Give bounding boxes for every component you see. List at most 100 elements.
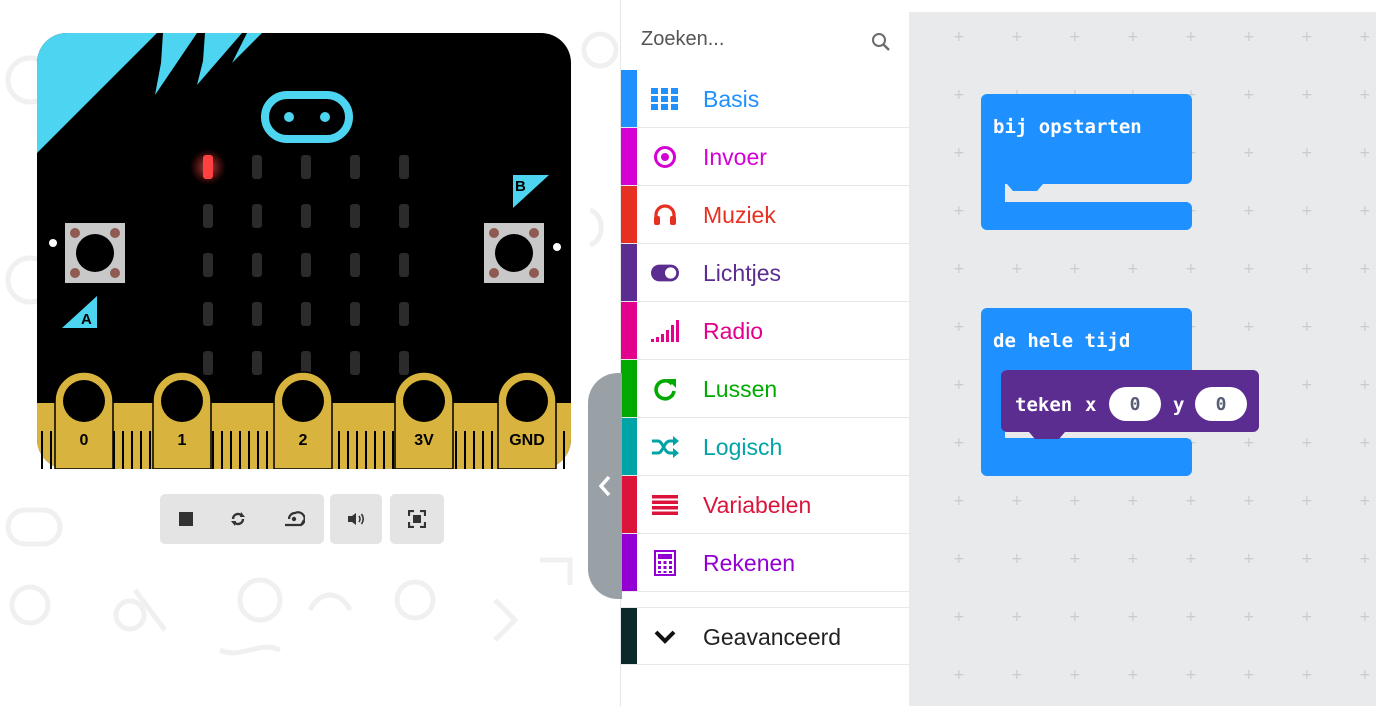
- on-start-label: bij opstarten: [993, 116, 1142, 138]
- grid-mark: +: [953, 87, 965, 103]
- grid-mark: +: [1301, 493, 1313, 509]
- led[interactable]: [350, 155, 360, 179]
- mute-button[interactable]: [330, 494, 382, 544]
- category-lichtjes[interactable]: Lichtjes: [621, 244, 909, 302]
- plot-y-input[interactable]: 0: [1195, 387, 1247, 421]
- pin-gnd[interactable]: GND: [497, 371, 557, 469]
- category-label: Basis: [703, 86, 760, 112]
- grid-mark: +: [1359, 203, 1371, 219]
- led[interactable]: [203, 351, 213, 375]
- fullscreen-button[interactable]: [390, 494, 444, 544]
- led[interactable]: [350, 204, 360, 228]
- list-icon: [651, 491, 679, 519]
- pin-2[interactable]: 2: [273, 371, 333, 469]
- connector-finger: [392, 431, 394, 469]
- category-muziek[interactable]: Muziek: [621, 186, 909, 244]
- blocks-workspace[interactable]: + + + + + + + + + + + + + + + + + + + + + + + + + + + + + + + + + + + + + + + +…: [909, 12, 1376, 706]
- grid-mark: +: [1243, 493, 1255, 509]
- pin-label: GND: [509, 432, 545, 449]
- grid-mark: +: [1069, 609, 1081, 625]
- pin-3v[interactable]: 3V: [394, 371, 454, 469]
- category-color-strip: [621, 534, 637, 591]
- category-geavanceerd[interactable]: Geavanceerd: [621, 607, 909, 665]
- signal-icon: [651, 317, 679, 345]
- toolbox-search: [621, 14, 909, 70]
- grid-mark: +: [1243, 609, 1255, 625]
- led[interactable]: [301, 204, 311, 228]
- led[interactable]: [399, 302, 409, 326]
- category-basis[interactable]: Basis: [621, 70, 909, 128]
- grid-icon: [651, 85, 679, 113]
- grid-mark: +: [1301, 551, 1313, 567]
- on-start-block[interactable]: [981, 94, 1193, 234]
- led[interactable]: [252, 253, 262, 277]
- led[interactable]: [203, 302, 213, 326]
- grid-mark: +: [953, 435, 965, 451]
- led[interactable]: [252, 204, 262, 228]
- search-input[interactable]: [641, 22, 841, 56]
- grid-mark: +: [1359, 667, 1371, 683]
- category-invoer[interactable]: Invoer: [621, 128, 909, 186]
- led[interactable]: [203, 253, 213, 277]
- category-lussen[interactable]: Lussen: [621, 360, 909, 418]
- category-variabelen[interactable]: Variabelen: [621, 476, 909, 534]
- led[interactable]: [350, 302, 360, 326]
- category-rekenen[interactable]: Rekenen: [621, 534, 909, 592]
- led[interactable]: [399, 351, 409, 375]
- grid-mark: +: [953, 493, 965, 509]
- pin-0[interactable]: 0: [54, 371, 114, 469]
- search-icon[interactable]: [871, 32, 891, 52]
- grid-mark: +: [1359, 29, 1371, 45]
- led[interactable]: [399, 155, 409, 179]
- connector-finger: [149, 431, 151, 469]
- sound-group: [330, 494, 382, 544]
- category-color-strip: [621, 70, 637, 127]
- slow-motion-button[interactable]: [264, 494, 324, 544]
- stop-button[interactable]: [160, 494, 212, 544]
- connector-finger: [239, 431, 241, 469]
- plot-y-label: y: [1173, 394, 1185, 416]
- plot-x-input[interactable]: 0: [1109, 387, 1161, 421]
- headphones-icon: [651, 201, 679, 229]
- grid-mark: +: [1011, 261, 1023, 277]
- led[interactable]: [252, 155, 262, 179]
- connector-finger: [455, 431, 457, 469]
- connector-finger: [482, 431, 484, 469]
- led[interactable]: [203, 204, 213, 228]
- grid-mark: +: [1301, 145, 1313, 161]
- category-logisch[interactable]: Logisch: [621, 418, 909, 476]
- grid-mark: +: [1301, 261, 1313, 277]
- grid-mark: +: [1243, 667, 1255, 683]
- led[interactable]: [399, 253, 409, 277]
- restart-button[interactable]: [212, 494, 264, 544]
- chevron-down-icon: [651, 623, 679, 651]
- category-color-strip: [621, 418, 637, 475]
- collapse-simulator-button[interactable]: [588, 373, 622, 599]
- restart-icon: [231, 512, 245, 526]
- grid-mark: +: [1301, 29, 1313, 45]
- pin-1[interactable]: 1: [152, 371, 212, 469]
- led[interactable]: [301, 155, 311, 179]
- connector-finger: [356, 431, 358, 469]
- led[interactable]: [252, 302, 262, 326]
- led[interactable]: [350, 351, 360, 375]
- led[interactable]: [301, 253, 311, 277]
- connector-finger: [338, 431, 340, 469]
- grid-mark: +: [953, 319, 965, 335]
- grid-mark: +: [953, 609, 965, 625]
- grid-mark: +: [1359, 145, 1371, 161]
- led[interactable]: [252, 351, 262, 375]
- grid-mark: +: [953, 667, 965, 683]
- led[interactable]: [301, 302, 311, 326]
- led[interactable]: [203, 155, 213, 179]
- led[interactable]: [399, 204, 409, 228]
- category-label: Lussen: [703, 376, 778, 402]
- slow-motion-icon: [285, 511, 305, 527]
- chevron-left-icon: [598, 475, 611, 497]
- grid-mark: +: [1127, 29, 1139, 45]
- grid-mark: +: [1301, 319, 1313, 335]
- led[interactable]: [350, 253, 360, 277]
- connector-finger: [365, 431, 367, 469]
- grid-mark: +: [1127, 551, 1139, 567]
- category-radio[interactable]: Radio: [621, 302, 909, 360]
